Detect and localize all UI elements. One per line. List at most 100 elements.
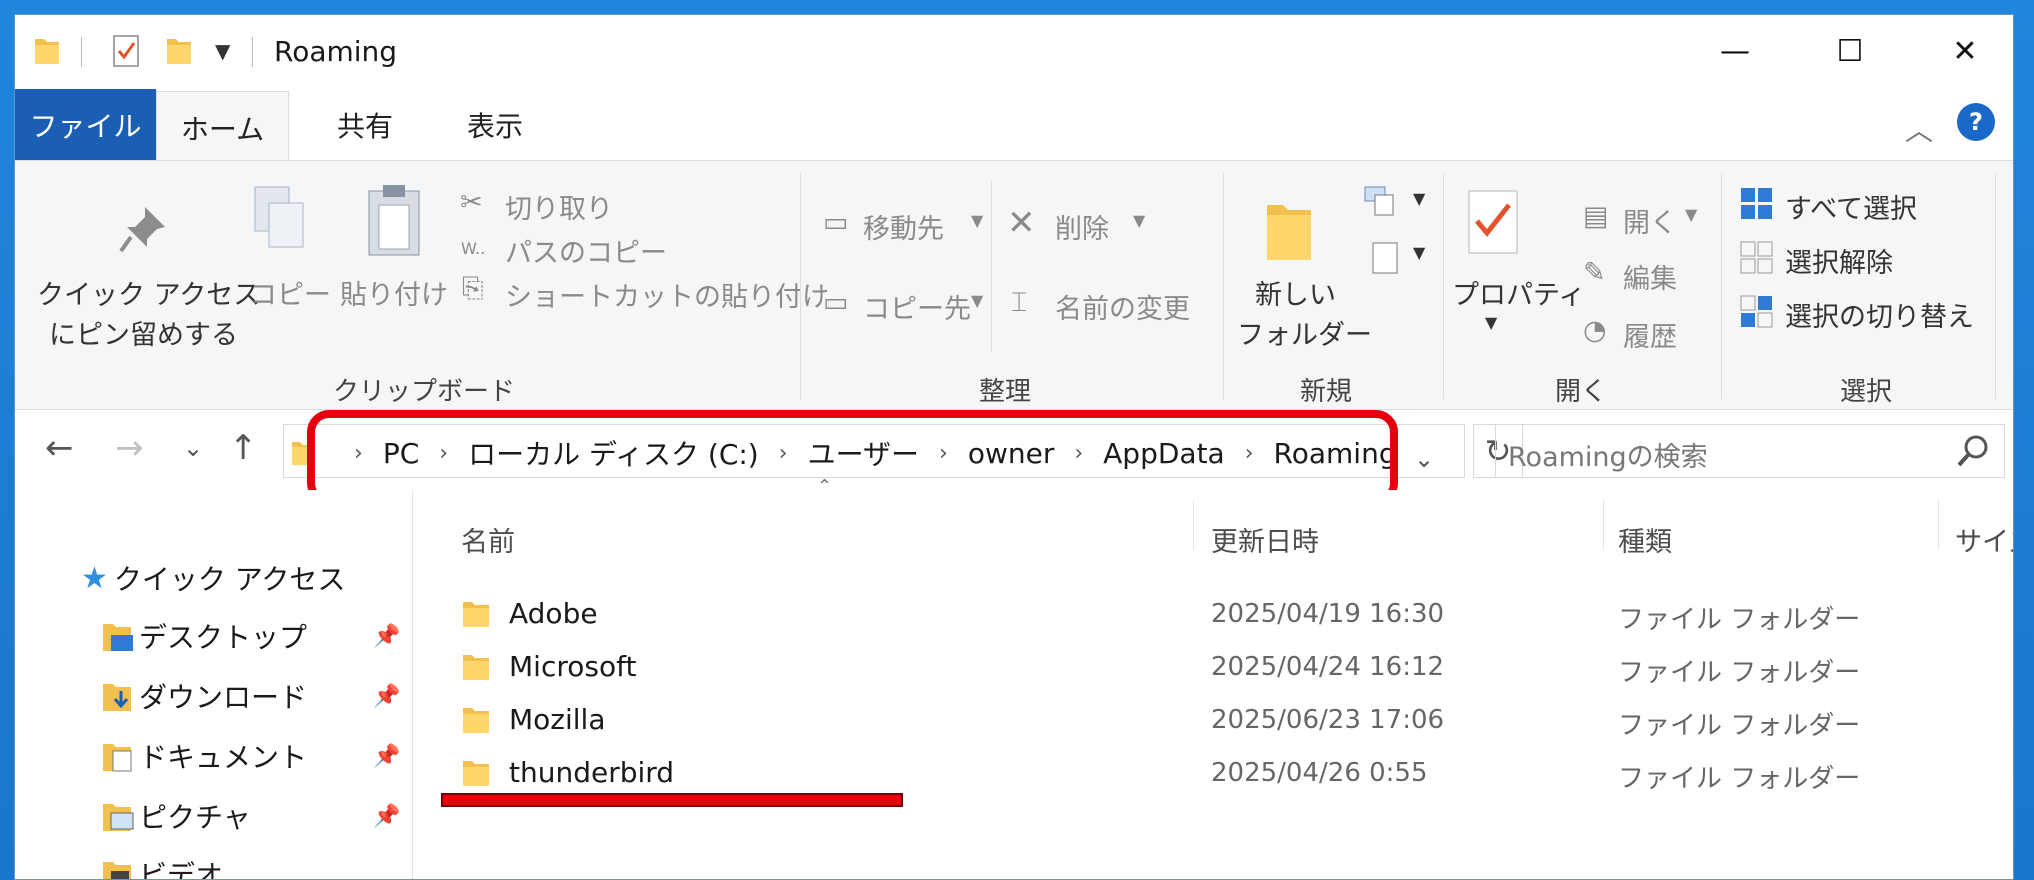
annotation-underline	[441, 793, 903, 807]
new-item-chevron-icon[interactable]: ▼	[1413, 189, 1425, 208]
pin-icon[interactable]: 📌	[373, 804, 400, 829]
tab-share[interactable]: 共有	[310, 89, 420, 161]
documents-folder-icon	[103, 744, 132, 772]
up-arrow-icon[interactable]: ↑	[229, 428, 258, 468]
copy-to-button[interactable]: コピー先	[863, 287, 971, 326]
pin-icon	[119, 207, 165, 253]
nav-documents[interactable]: ドキュメント	[101, 736, 307, 776]
copy-path-icon: W..	[461, 239, 486, 258]
window-title: Roaming	[274, 35, 398, 68]
properties-check-icon[interactable]	[111, 33, 143, 69]
select-all-button[interactable]: すべて選択	[1785, 187, 1917, 226]
delete-x-icon: ✕	[1007, 203, 1036, 243]
nav-desktop[interactable]: デスクトップ	[101, 616, 307, 656]
column-separator[interactable]	[1603, 500, 1604, 550]
nav-pictures[interactable]: ピクチャ	[101, 796, 251, 836]
paste-shortcut-button[interactable]: ショートカットの貼り付け	[505, 275, 829, 314]
rename-button[interactable]: 名前の変更	[1055, 287, 1190, 326]
invert-selection-button[interactable]: 選択の切り替え	[1785, 295, 1974, 334]
tab-file[interactable]: ファイル	[15, 89, 156, 161]
collapse-ribbon-chevron-icon[interactable]: ︿	[1905, 109, 1933, 149]
new-folder-icon[interactable]	[165, 33, 193, 67]
pin-icon[interactable]: 📌	[373, 624, 400, 649]
title-bar: ▼ Roaming — ☐ ✕	[15, 15, 2013, 89]
star-icon: ★	[81, 560, 108, 596]
forward-arrow-icon[interactable]: →	[115, 428, 144, 468]
ribbon-separator	[1995, 173, 1996, 399]
folder-icon	[463, 602, 489, 627]
table-row[interactable]: Mozilla 2025/06/23 17:06 ファイル フォルダー	[413, 696, 2013, 748]
nav-videos[interactable]: ビデオ	[101, 854, 223, 879]
file-date: 2025/04/24 16:12	[1211, 652, 1445, 682]
properties-button[interactable]: プロパティ	[1452, 273, 1585, 312]
pin-icon[interactable]: 📌	[373, 744, 400, 769]
recent-locations-chevron-icon[interactable]: ⌄	[183, 434, 203, 462]
paste-button[interactable]: 貼り付け	[340, 273, 448, 312]
select-none-button[interactable]: 選択解除	[1785, 241, 1893, 280]
file-name: Microsoft	[509, 650, 637, 683]
history-icon: ◔	[1583, 315, 1607, 346]
pin-quick-access-button[interactable]: クイック アクセス	[37, 273, 260, 312]
easy-access-icon[interactable]	[1371, 241, 1401, 277]
ribbon-separator	[1223, 173, 1224, 399]
search-box[interactable]: Roamingの検索	[1495, 424, 2005, 478]
pin-icon[interactable]: 📌	[373, 684, 400, 709]
file-name: Mozilla	[509, 703, 606, 736]
tab-view[interactable]: 表示	[435, 89, 555, 161]
address-dropdown-chevron-icon[interactable]: ⌄	[1414, 445, 1434, 473]
open-icon: ▤	[1583, 201, 1609, 232]
open-button[interactable]: 開く	[1623, 201, 1677, 240]
copy-icon	[254, 186, 304, 248]
close-button[interactable]: ✕	[1910, 25, 2013, 77]
history-button[interactable]: 履歴	[1623, 315, 1677, 354]
properties-chevron-icon[interactable]: ▼	[1485, 313, 1497, 332]
nav-item-label: クイック アクセス	[113, 563, 346, 596]
new-folder-button[interactable]: 新しい	[1255, 273, 1336, 312]
navigation-pane: ★ クイック アクセス デスクトップ 📌 ダウンロード 📌 ドキュメント 📌 ピ…	[15, 490, 413, 879]
edit-button[interactable]: 編集	[1623, 257, 1677, 296]
folder-icon	[35, 39, 59, 64]
cut-scissors-icon: ✂	[460, 187, 483, 218]
search-icon[interactable]	[1956, 433, 1990, 469]
table-row[interactable]: Adobe 2025/04/19 16:30 ファイル フォルダー	[413, 590, 2013, 642]
cut-button[interactable]: 切り取り	[505, 187, 613, 226]
rename-icon: ⌶	[1011, 287, 1028, 318]
back-arrow-icon[interactable]: ←	[45, 428, 74, 468]
minimize-button[interactable]: —	[1680, 25, 1790, 77]
paste-shortcut-icon: ⎘	[462, 273, 484, 304]
search-input[interactable]: Roamingの検索	[1508, 435, 1708, 474]
new-folder-large-icon	[1267, 205, 1311, 260]
new-folder-line2[interactable]: フォルダー	[1237, 313, 1372, 352]
pin-quick-access-line2[interactable]: にピン留めする	[49, 313, 238, 352]
copy-path-button[interactable]: パスのコピー	[505, 231, 667, 270]
delete-button[interactable]: 削除	[1055, 207, 1109, 246]
table-row[interactable]: Microsoft 2025/04/24 16:12 ファイル フォルダー	[413, 643, 2013, 695]
help-icon[interactable]: ?	[1957, 103, 1995, 141]
invert-selection-icon	[1740, 295, 1773, 328]
column-header-type[interactable]: 種類	[1618, 520, 1672, 559]
column-separator[interactable]	[1193, 500, 1194, 550]
tab-home[interactable]: ホーム	[156, 91, 289, 163]
videos-folder-icon	[103, 862, 131, 879]
download-folder-icon	[103, 684, 131, 711]
nav-downloads[interactable]: ダウンロード	[101, 676, 307, 716]
column-header-modified[interactable]: 更新日時	[1211, 520, 1319, 559]
maximize-button[interactable]: ☐	[1795, 25, 1905, 77]
move-to-chevron-icon: ▼	[971, 211, 984, 230]
easy-access-chevron-icon[interactable]: ▼	[1413, 243, 1425, 262]
ribbon-tabs: ファイル ホーム 共有 表示 ︿ ?	[15, 89, 2013, 163]
column-header-name[interactable]: 名前	[461, 520, 515, 559]
move-to-button[interactable]: 移動先	[863, 207, 944, 246]
nav-item-label: ダウンロード	[139, 681, 308, 714]
copy-button[interactable]: コピー	[250, 273, 331, 312]
title-separator	[252, 37, 253, 67]
file-name: Adobe	[509, 597, 598, 630]
column-separator[interactable]	[1938, 500, 1939, 550]
sort-indicator-icon: ⌃	[817, 476, 833, 497]
nav-quick-access[interactable]: ★ クイック アクセス	[81, 558, 345, 598]
new-item-icon[interactable]	[1363, 185, 1403, 219]
column-header-size[interactable]: サイズ	[1955, 520, 2013, 559]
customize-qat-chevron-icon[interactable]: ▼	[215, 39, 230, 63]
copy-to-icon: ▭	[823, 287, 849, 318]
select-none-icon	[1740, 241, 1773, 274]
